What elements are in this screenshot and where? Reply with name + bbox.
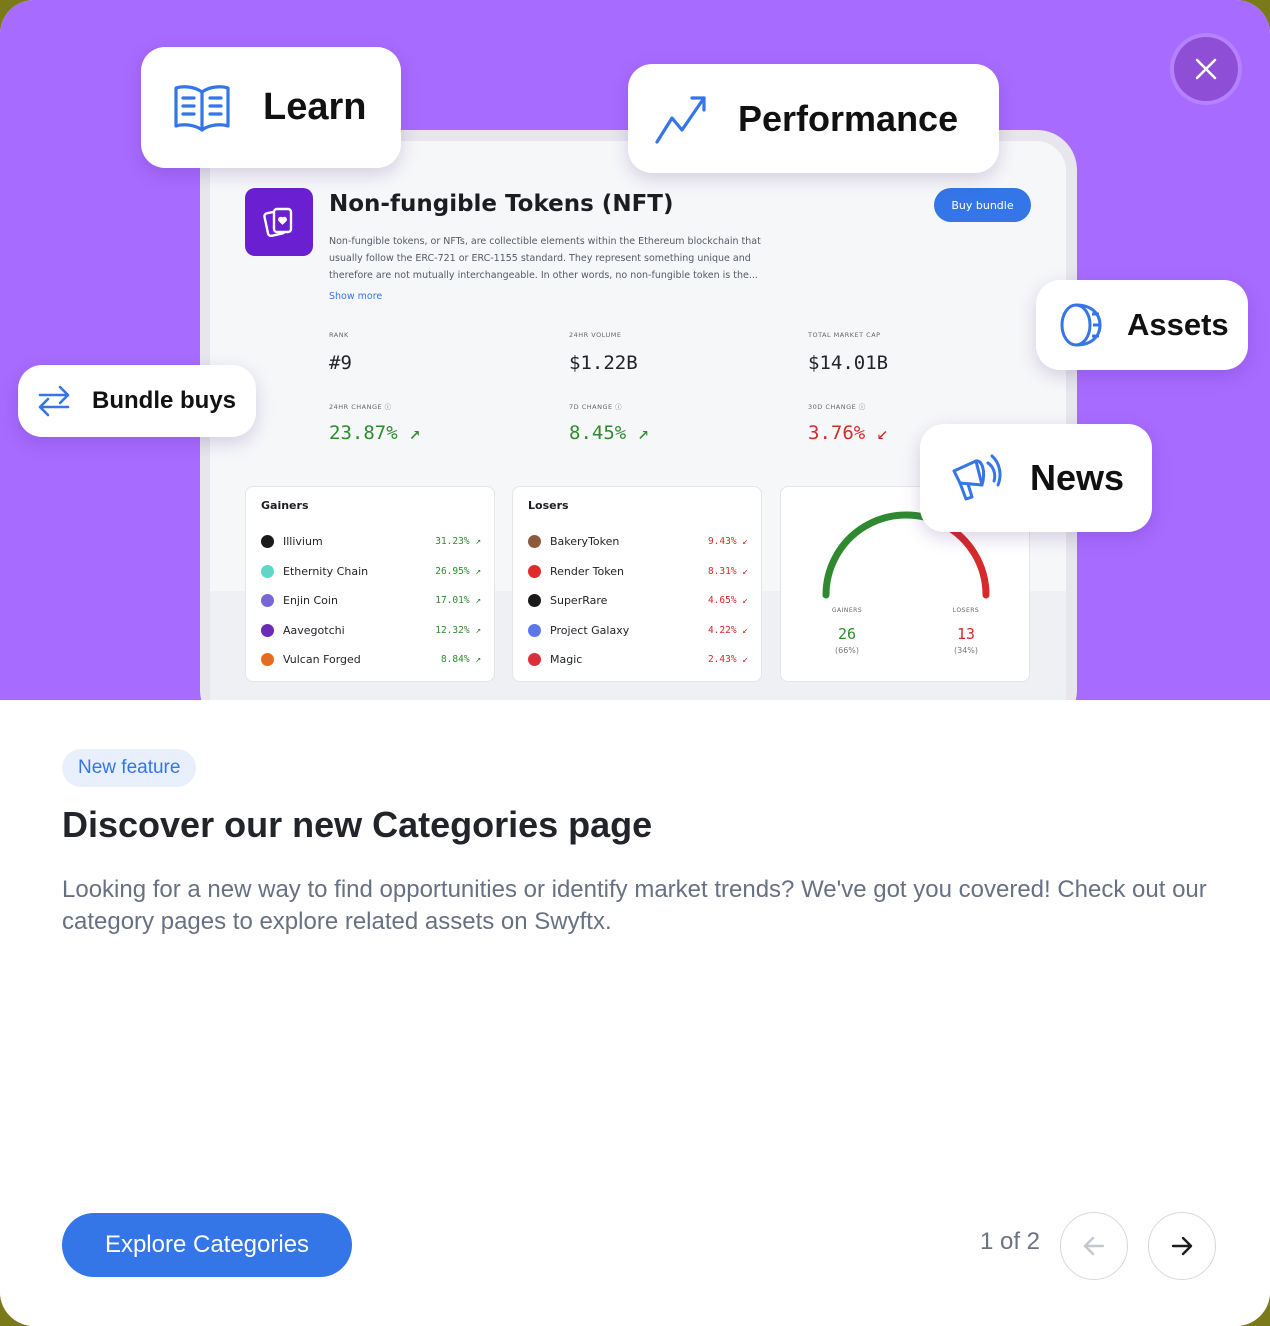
coin-icon <box>528 534 541 548</box>
hero-illustration: Non-fungible Tokens (NFT) Buy bundle Non… <box>0 0 1270 700</box>
previous-button[interactable] <box>1060 1212 1128 1280</box>
loser-pct: 4.22% ↙ <box>707 624 748 636</box>
announcement-heading: Discover our new Categories page <box>62 804 653 845</box>
coin-icon <box>528 623 541 637</box>
gauge-losers-value: 13 <box>956 625 976 643</box>
gauge-losers-pct: (34%) <box>953 646 979 655</box>
explore-categories-button[interactable]: Explore Categories <box>62 1213 352 1277</box>
page-indicator: 1 of 2 <box>979 1228 1040 1255</box>
gainer-row[interactable]: Ethernity Chain 26.95% ↗ <box>261 562 481 580</box>
gainer-name: Illivium <box>283 534 323 548</box>
arrow-left-icon <box>1083 1236 1105 1256</box>
gauge-gainers-pct: (66%) <box>834 646 860 655</box>
gainer-row[interactable]: Enjin Coin 17.01% ↗ <box>261 591 481 609</box>
pill-learn-label: Learn <box>263 86 367 128</box>
swap-arrows-icon <box>38 385 70 417</box>
stat-label-rank: RANK <box>329 331 349 339</box>
coin-icon <box>261 564 274 578</box>
pill-news-label: News <box>1030 457 1125 498</box>
loser-pct: 9.43% ↙ <box>707 535 748 547</box>
gainers-title: Gainers <box>261 499 309 512</box>
loser-name: Project Galaxy <box>550 623 630 637</box>
gainer-row[interactable]: Vulcan Forged 8.84% ↗ <box>261 650 481 668</box>
loser-name: Render Token <box>550 564 624 578</box>
gainer-pct: 26.95% ↗ <box>435 565 481 577</box>
gainer-pct: 12.32% ↗ <box>435 624 481 636</box>
gainers-card: Gainers Illivium 31.23% ↗ Ethernity Chai… <box>245 486 495 682</box>
change-label-24h: 24HR CHANGE ⓘ <box>329 403 392 411</box>
change-value-30d: 3.76% ↙ <box>808 422 889 444</box>
megaphone-icon <box>952 454 1002 501</box>
pill-bundle-buys: Bundle buys <box>18 365 256 437</box>
book-icon <box>174 84 230 132</box>
coin-icon <box>261 593 274 607</box>
coin-icon <box>528 652 541 666</box>
coin-icon <box>261 652 274 666</box>
loser-pct: 4.65% ↙ <box>707 594 748 606</box>
stat-value-volume: $1.22B <box>569 352 638 374</box>
losers-title: Losers <box>528 499 569 512</box>
gainer-name: Aavegotchi <box>283 623 345 637</box>
pill-bundle-buys-label: Bundle buys <box>92 387 237 414</box>
next-button[interactable] <box>1148 1212 1216 1280</box>
losers-card: Losers BakeryToken 9.43% ↙ Render Token … <box>512 486 762 682</box>
loser-name: SuperRare <box>550 593 608 607</box>
announcement-content: New feature Discover our new Categories … <box>0 700 1270 1326</box>
loser-row[interactable]: Project Galaxy 4.22% ↙ <box>528 621 748 639</box>
loser-name: Magic <box>550 652 583 666</box>
show-more-link[interactable]: Show more <box>329 291 382 302</box>
stat-label-market-cap: TOTAL MARKET CAP <box>808 331 881 339</box>
pill-learn: Learn <box>141 47 401 168</box>
pill-news: News <box>920 424 1152 532</box>
change-value-7d: 8.45% ↗ <box>569 422 650 444</box>
gainer-name: Enjin Coin <box>283 593 338 607</box>
loser-pct: 2.43% ↙ <box>707 653 748 665</box>
change-label-30d: 30D CHANGE ⓘ <box>808 403 866 411</box>
change-value-24h: 23.87% ↗ <box>329 422 421 444</box>
gainer-name: Vulcan Forged <box>283 652 361 666</box>
coin-icon <box>1060 303 1102 347</box>
new-feature-badge: New feature <box>62 749 197 787</box>
loser-row[interactable]: Magic 2.43% ↙ <box>528 650 748 668</box>
pill-assets: Assets <box>1036 280 1248 370</box>
gainer-pct: 31.23% ↗ <box>435 535 481 547</box>
loser-row[interactable]: SuperRare 4.65% ↙ <box>528 591 748 609</box>
gauge-gainers-arc <box>822 511 949 599</box>
coin-icon <box>261 623 274 637</box>
nft-category-icon <box>245 188 313 256</box>
gauge-losers-arc <box>941 521 990 599</box>
pill-assets-label: Assets <box>1127 307 1229 342</box>
trending-up-icon <box>655 95 706 144</box>
stat-value-rank: #9 <box>329 352 352 374</box>
coin-icon <box>261 534 274 548</box>
gauge-losers-label: LOSERS <box>952 607 980 614</box>
loser-name: BakeryToken <box>550 534 620 548</box>
change-label-7d: 7D CHANGE ⓘ <box>569 403 623 411</box>
feature-announcement-modal: Non-fungible Tokens (NFT) Buy bundle Non… <box>0 0 1270 1326</box>
pill-performance: Performance <box>628 64 999 173</box>
gauge-gainers-value: 26 <box>837 625 857 643</box>
coin-icon <box>528 593 541 607</box>
gainer-row[interactable]: Aavegotchi 12.32% ↗ <box>261 621 481 639</box>
gauge-gainers-label: GAINERS <box>831 607 863 614</box>
stat-value-market-cap: $14.01B <box>808 352 889 374</box>
gainer-row[interactable]: Illivium 31.23% ↗ <box>261 532 481 550</box>
category-page-preview: Non-fungible Tokens (NFT) Buy bundle Non… <box>210 141 1066 700</box>
category-title: Non-fungible Tokens (NFT) <box>329 191 674 217</box>
buy-bundle-button[interactable]: Buy bundle <box>934 188 1031 222</box>
category-description: Non-fungible tokens, or NFTs, are collec… <box>329 236 761 281</box>
loser-row[interactable]: BakeryToken 9.43% ↙ <box>528 532 748 550</box>
loser-pct: 8.31% ↙ <box>707 565 748 577</box>
pill-performance-label: Performance <box>738 97 959 139</box>
announcement-description: Looking for a new way to find opportunit… <box>62 876 1207 935</box>
coin-icon <box>528 564 541 578</box>
arrow-right-icon <box>1171 1236 1193 1256</box>
close-button[interactable] <box>1174 37 1238 101</box>
gainer-pct: 17.01% ↗ <box>435 594 481 606</box>
gainer-pct: 8.84% ↗ <box>440 653 481 665</box>
close-icon <box>1195 58 1217 80</box>
loser-row[interactable]: Render Token 8.31% ↙ <box>528 562 748 580</box>
gainer-name: Ethernity Chain <box>283 564 369 578</box>
stat-label-volume: 24HR VOLUME <box>569 331 622 339</box>
